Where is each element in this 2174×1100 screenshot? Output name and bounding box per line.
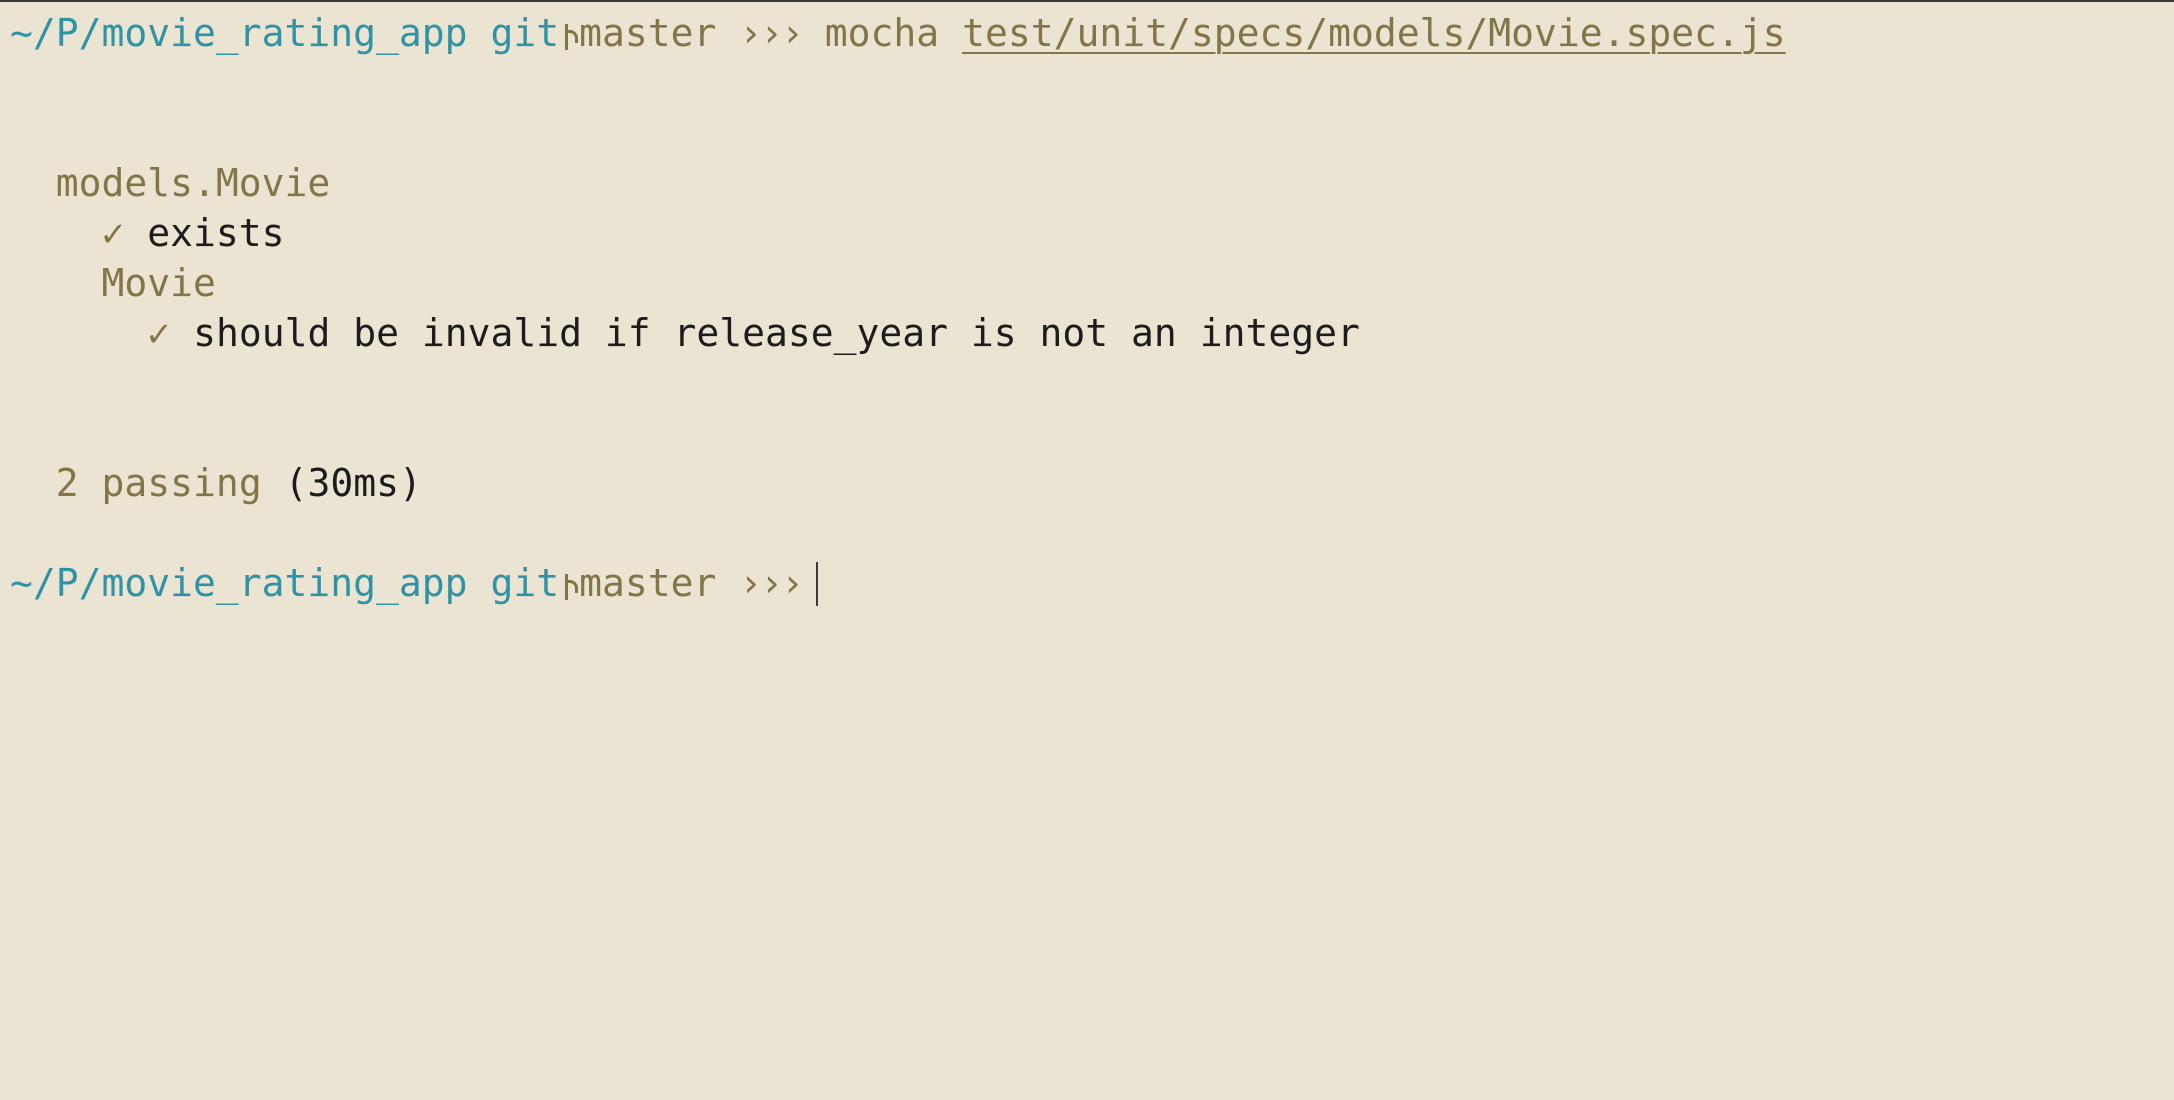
pass-check-icon: ✓	[101, 211, 125, 255]
terminal-window[interactable]: ~/P/movie_rating_app git master ››› mocha…	[0, 0, 2174, 640]
passing-label: passing	[101, 461, 262, 505]
summary-line: 2 passing (30ms)	[10, 458, 422, 508]
passing-count: 2	[55, 461, 79, 505]
test-title: exists	[147, 211, 285, 255]
prompt-chevrons: ›››	[739, 561, 804, 605]
prompt-path: ~/P/movie_rating_app	[10, 561, 468, 605]
git-label: git	[490, 561, 560, 605]
command-argument[interactable]: test/unit/specs/models/Movie.spec.js	[962, 11, 1786, 55]
duration: (30ms)	[284, 461, 422, 505]
git-branch-icon	[560, 18, 579, 52]
git-branch: master	[579, 561, 717, 605]
prompt-path: ~/P/movie_rating_app	[10, 11, 468, 55]
prompt-chevrons: ›››	[739, 11, 804, 55]
nested-suite-line: Movie	[10, 258, 216, 308]
git-label: git	[490, 11, 560, 55]
nested-suite-title: Movie	[101, 261, 216, 305]
pass-check-icon: ✓	[147, 311, 171, 355]
git-branch: master	[579, 11, 717, 55]
command-line: ~/P/movie_rating_app git master ››› mocha…	[10, 8, 1786, 58]
suite-title-line: models.Movie	[10, 158, 331, 208]
test-title: should be invalid if release_year is not…	[193, 311, 1360, 355]
git-branch-icon	[560, 568, 579, 602]
command-name: mocha	[824, 11, 940, 55]
prompt-line[interactable]: ~/P/movie_rating_app git master ›››	[10, 558, 818, 608]
text-cursor[interactable]	[815, 562, 818, 606]
test-result-line: ✓ should be invalid if release_year is n…	[10, 308, 1360, 358]
test-result-line: ✓ exists	[10, 208, 285, 258]
suite-title: models.Movie	[55, 161, 331, 205]
